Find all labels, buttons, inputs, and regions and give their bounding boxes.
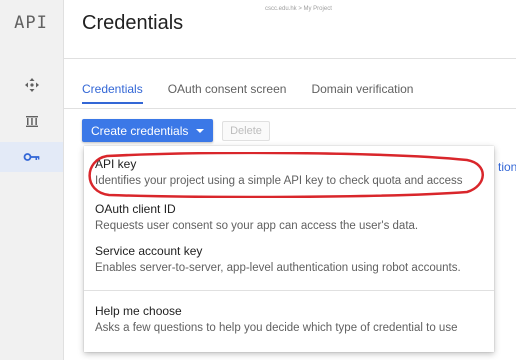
partially-hidden-link[interactable]: tion: [498, 160, 516, 174]
create-credentials-label: Create credentials: [91, 123, 189, 138]
tab-credentials[interactable]: Credentials: [82, 82, 143, 104]
menu-item-help-me-choose[interactable]: Help me choose Asks a few questions to h…: [95, 304, 484, 336]
sidebar-item-library[interactable]: [0, 106, 63, 136]
menu-item-description: Identifies your project using a simple A…: [95, 175, 463, 187]
create-credentials-button[interactable]: Create credentials: [82, 119, 213, 142]
header-divider: [64, 58, 516, 59]
tab-domain-verification[interactable]: Domain verification: [311, 82, 413, 104]
project-selector[interactable]: cscc.edu.hk > My Project: [265, 6, 332, 12]
menu-item-service-account-key[interactable]: Service account key Enables server-to-se…: [95, 244, 484, 276]
menu-item-api-key[interactable]: API key Identifies your project using a …: [95, 157, 484, 189]
sidebar-item-dashboard[interactable]: [0, 70, 63, 100]
menu-divider: [84, 290, 494, 291]
sidebar: API: [0, 0, 64, 360]
library-icon: [25, 116, 38, 127]
menu-item-title: OAuth client ID: [95, 202, 176, 216]
chevron-down-icon: [196, 128, 205, 133]
menu-item-title: Help me choose: [95, 304, 182, 318]
tabs-divider: [64, 108, 516, 109]
tab-oauth-consent-screen[interactable]: OAuth consent screen: [168, 82, 287, 104]
create-credentials-menu: API key Identifies your project using a …: [84, 146, 494, 352]
tab-bar: Credentials OAuth consent screen Domain …: [82, 82, 438, 104]
delete-button[interactable]: Delete: [222, 121, 270, 141]
page-title: Credentials: [82, 12, 184, 34]
menu-item-oauth-client-id[interactable]: OAuth client ID Requests user consent so…: [95, 202, 484, 234]
api-logo: API: [14, 13, 48, 33]
credentials-key-icon: [23, 153, 39, 161]
menu-item-description: Enables server-to-server, app-level auth…: [95, 262, 461, 274]
menu-item-title: Service account key: [95, 244, 203, 258]
menu-item-title: API key: [95, 157, 137, 171]
menu-item-description: Requests user consent so your app can ac…: [95, 220, 419, 232]
sidebar-item-credentials[interactable]: [0, 142, 63, 172]
menu-item-description: Asks a few questions to help you decide …: [95, 322, 458, 334]
dashboard-icon: [24, 78, 39, 92]
